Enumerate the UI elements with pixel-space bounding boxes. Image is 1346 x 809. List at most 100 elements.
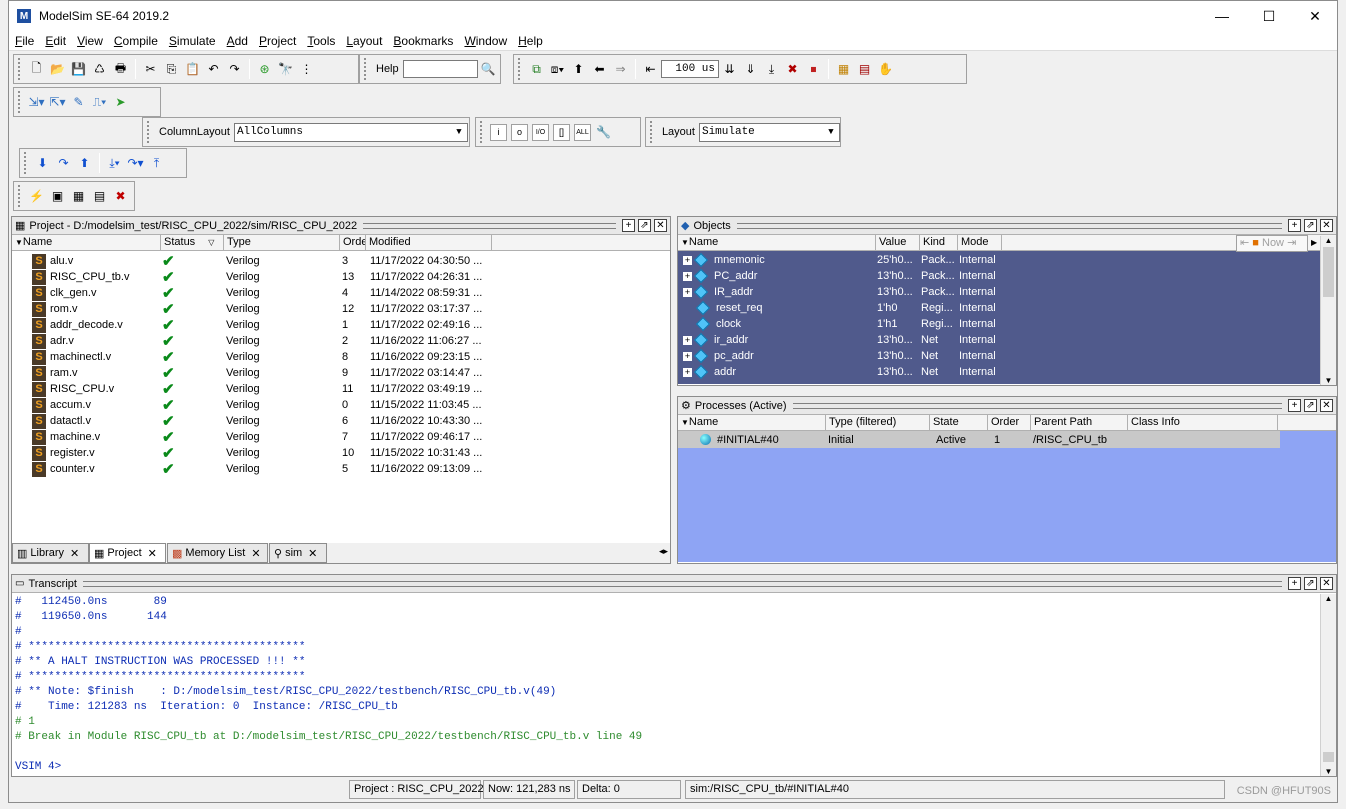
object-row[interactable]: + mnemonic 25'h0... Pack... Internal	[678, 252, 1320, 268]
toolbar-grip[interactable]	[650, 121, 655, 143]
filter-input-icon[interactable]: i	[490, 123, 507, 141]
menu-edit[interactable]: Edit	[45, 34, 66, 48]
schematic-icon[interactable]: ▦	[70, 188, 87, 205]
hand-icon[interactable]: ✋	[877, 61, 894, 78]
col-type[interactable]: Type	[224, 235, 340, 250]
run-length-input[interactable]	[661, 60, 719, 78]
list-icon[interactable]: ▤	[91, 188, 108, 205]
performance-icon[interactable]: ▦	[835, 61, 852, 78]
project-file-row[interactable]: Smachine.v ✔ Verilog 7 11/17/2022 09:46:17 .…	[12, 429, 670, 446]
project-file-row[interactable]: S RISC_CPU_tb.v ✔ Verilog 13 11/17/2022 04:26…	[12, 269, 670, 286]
restart-icon[interactable]: ⇤	[642, 61, 659, 78]
step-down-icon[interactable]: ⬇	[34, 155, 51, 172]
add-pane-button[interactable]: +	[1288, 577, 1301, 590]
step-into-icon[interactable]: ⇲▾	[28, 94, 45, 111]
project-file-row[interactable]: Smachinectl.v ✔ Verilog 8 11/16/2022 09:23:1…	[12, 349, 670, 366]
stop-icon[interactable]: ⏹	[805, 61, 822, 78]
print-icon[interactable]: 🖶	[112, 61, 129, 78]
col-kind[interactable]: Kind	[920, 235, 958, 250]
expand-plus-icon[interactable]: +	[683, 287, 692, 297]
memory-profile-icon[interactable]: ▤	[856, 61, 873, 78]
object-row[interactable]: reset_req 1'h0 Regi... Internal	[678, 300, 1320, 316]
col-value[interactable]: Value	[876, 235, 920, 250]
project-file-row[interactable]: Saddr_decode.v ✔ Verilog 1 11/17/2022 02:49:…	[12, 317, 670, 334]
add-pane-button[interactable]: +	[622, 219, 635, 232]
continue-icon[interactable]: ⇓	[742, 61, 759, 78]
forward-icon[interactable]: ⇒	[612, 61, 629, 78]
simulate-icon[interactable]: ⧉	[528, 61, 545, 78]
copy-icon[interactable]: ⎘	[163, 61, 180, 78]
close-pane-button[interactable]: ✕	[1320, 219, 1333, 232]
close-pane-button[interactable]: ✕	[654, 219, 667, 232]
menu-layout[interactable]: Layout	[346, 34, 382, 48]
dock-icon[interactable]: ⋮	[298, 61, 315, 78]
menu-view[interactable]: View	[77, 34, 103, 48]
minimize-button[interactable]: —	[1199, 1, 1245, 31]
wave-icon[interactable]: ⎍▾	[91, 94, 108, 111]
menu-simulate[interactable]: Simulate	[169, 34, 216, 48]
tab-sim[interactable]: ⚲ sim ✕	[269, 543, 327, 563]
menu-tools[interactable]: Tools	[307, 34, 335, 48]
tab-library[interactable]: ▥ Library ✕	[12, 543, 89, 563]
undock-button[interactable]: ⇗	[1304, 219, 1317, 232]
toolbar-grip[interactable]	[480, 121, 485, 143]
open-folder-icon[interactable]: 📂	[49, 61, 66, 78]
col-status[interactable]: Status ▽	[161, 235, 224, 250]
clear-icon[interactable]: ✖	[112, 188, 129, 205]
step-up-icon[interactable]: ⬆	[570, 61, 587, 78]
now-cursor-control[interactable]: ⇤ ■ Now ⇥	[1236, 235, 1308, 252]
reload-icon[interactable]: ♺	[91, 61, 108, 78]
step-over-menu-icon[interactable]: ↷▾	[127, 155, 144, 172]
column-layout-select[interactable]: AllColumns ▼	[233, 122, 468, 142]
project-file-row[interactable]: Scounter.v ✔ Verilog 5 11/16/2022 09:13:09 .…	[12, 461, 670, 478]
add-pane-button[interactable]: +	[1288, 219, 1301, 232]
filter-all-icon[interactable]: ALL	[574, 123, 591, 141]
break-icon[interactable]: ⧈▾	[549, 61, 566, 78]
object-row[interactable]: + PC_addr 13'h0... Pack... Internal	[678, 268, 1320, 284]
step-down-menu-icon[interactable]: ⤓▾	[106, 155, 123, 172]
close-window-button[interactable]: ✕	[1292, 1, 1338, 31]
toolbar-grip[interactable]	[18, 58, 23, 80]
col-class-info[interactable]: Class Info	[1128, 415, 1278, 430]
close-pane-button[interactable]: ✕	[1320, 399, 1333, 412]
project-file-row[interactable]: S RISC_CPU.v ✔ Verilog 11 11/17/2022 03:49:19…	[12, 381, 670, 398]
transcript-scrollbar[interactable]: ▲ ▼	[1320, 594, 1336, 776]
object-row[interactable]: + IR_addr 13'h0... Pack... Internal	[678, 284, 1320, 300]
layout-select[interactable]: Simulate ▼	[698, 122, 840, 142]
toolbar-grip[interactable]	[18, 185, 23, 207]
transcript-console[interactable]: # 112450.0ns 89 # 119650.0ns 144 # # ******…	[12, 593, 1336, 775]
objects-scrollbar[interactable]: ▲ ▼	[1320, 236, 1336, 385]
back-icon[interactable]: ⬅	[591, 61, 608, 78]
menu-add[interactable]: Add	[227, 34, 248, 48]
bookmark-icon[interactable]: ➤	[112, 94, 129, 111]
close-pane-button[interactable]: ✕	[1320, 577, 1333, 590]
help-search-input[interactable]	[402, 60, 478, 78]
step-over-icon[interactable]: ⇱▾	[49, 94, 66, 111]
col-order[interactable]: Order	[988, 415, 1031, 430]
break-run-icon[interactable]: ✖	[784, 61, 801, 78]
col-mode[interactable]: Mode	[958, 235, 1002, 250]
toolbar-grip[interactable]	[364, 58, 369, 80]
col-type[interactable]: Type (filtered)	[826, 415, 930, 430]
step-out-menu-icon[interactable]: ⤒	[148, 155, 165, 172]
col-state[interactable]: State	[930, 415, 988, 430]
toolbar-grip[interactable]	[24, 152, 29, 174]
project-file-row[interactable]: Sdatactl.v ✔ Verilog 6 11/16/2022 10:43:30 .…	[12, 413, 670, 430]
col-name[interactable]: ▼Name	[678, 415, 826, 430]
menu-window[interactable]: Window	[464, 34, 507, 48]
col-name[interactable]: ▼Name	[678, 235, 876, 250]
project-file-row[interactable]: Sadr.v ✔ Verilog 2 11/16/2022 11:06:27 ...	[12, 333, 670, 350]
redo-icon[interactable]: ↷	[226, 61, 243, 78]
expand-plus-icon[interactable]: +	[683, 351, 692, 361]
tab-memory-list[interactable]: ▩ Memory List ✕	[167, 543, 268, 563]
help-search-icon[interactable]: 🔍	[480, 61, 497, 78]
save-icon[interactable]: 💾	[70, 61, 87, 78]
project-file-row[interactable]: Sregister.v ✔ Verilog 10 11/15/2022 10:31:43…	[12, 445, 670, 462]
maximize-button[interactable]: ☐	[1246, 1, 1292, 31]
menu-bookmarks[interactable]: Bookmarks	[393, 34, 453, 48]
object-row[interactable]: clock 1'h1 Regi... Internal	[678, 316, 1320, 332]
project-file-row[interactable]: Sram.v ✔ Verilog 9 11/17/2022 03:14:47 ...	[12, 365, 670, 382]
project-file-row[interactable]: Srom.v ✔ Verilog 12 11/17/2022 03:17:37 ...	[12, 301, 670, 318]
undock-button[interactable]: ⇗	[1304, 577, 1317, 590]
tab-scroll-arrows[interactable]: ◂▸	[659, 546, 668, 557]
